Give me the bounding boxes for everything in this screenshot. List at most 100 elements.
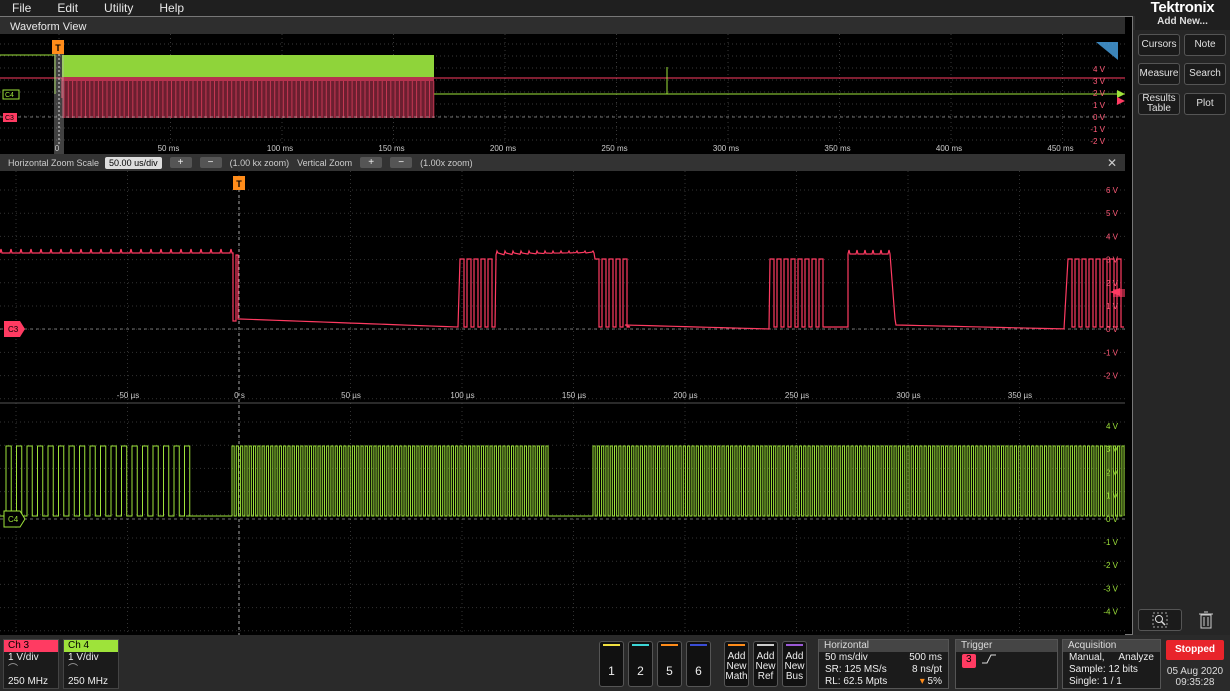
- time-tick: 300 µs: [896, 391, 920, 400]
- brand-area: Tektronix Add New...: [1135, 0, 1230, 30]
- add-bus-l3: Bus: [785, 671, 804, 682]
- trigger-panel[interactable]: Trigger 3: [955, 639, 1058, 689]
- c3-volt-label: 6 V: [1106, 186, 1119, 195]
- vzoom-minus-button[interactable]: −: [390, 157, 413, 168]
- hzoom-minus-button[interactable]: −: [199, 157, 222, 168]
- main-waveform[interactable]: T C3 C4 6 V 5 V 4 V 3 V 2 V 1 V 0 V -1 V -2 V 4 …: [0, 171, 1125, 635]
- c3-tag-label: C3: [8, 325, 19, 334]
- acquisition-panel[interactable]: Acquisition Manual, Analyze Sample: 12 bi…: [1062, 639, 1161, 689]
- time-tick: 0 s: [234, 391, 245, 400]
- trigger-pos-icon: ▾: [919, 676, 928, 687]
- c3-volt-label: -1 V: [1103, 348, 1118, 357]
- horizontal-panel[interactable]: Horizontal 50 ms/div 500 ms SR: 125 MS/s 8…: [818, 639, 949, 689]
- delete-button[interactable]: [1184, 609, 1228, 631]
- menu-bar: File Edit Utility Help: [0, 0, 1135, 16]
- horizontal-sr: SR: 125 MS/s: [825, 664, 887, 675]
- ov-time-tick: 300 ms: [713, 144, 739, 153]
- add-new-math-button[interactable]: Add New Math: [724, 641, 749, 687]
- vzoom-text: (1.00x zoom): [420, 157, 473, 168]
- c4-volt-label: 4 V: [1106, 422, 1119, 431]
- add-ref-l3: Ref: [757, 671, 774, 682]
- close-zoom-button[interactable]: ✕: [1107, 156, 1117, 170]
- ov-time-tick: 350 ms: [824, 144, 850, 153]
- time-tick: 150 µs: [562, 391, 586, 400]
- ov-trigger-marker-label: T: [55, 43, 61, 53]
- hzoom-value-field[interactable]: 50.00 us/div: [105, 156, 162, 169]
- add-new-bus-button[interactable]: Add New Bus: [782, 641, 807, 687]
- channel-1-button[interactable]: 1: [599, 641, 624, 687]
- ov-time-tick: 200 ms: [490, 144, 516, 153]
- horizontal-pt: 8 ns/pt: [911, 664, 942, 675]
- channel-1-label: 1: [608, 664, 615, 678]
- time-tick: 50 µs: [341, 391, 361, 400]
- menu-file[interactable]: File: [0, 0, 45, 16]
- results-table-label-2: Table: [1147, 103, 1171, 114]
- waveform-view-header: Waveform View: [0, 17, 1125, 34]
- search-button[interactable]: Search: [1184, 63, 1226, 85]
- channel-2-label: 2: [637, 664, 644, 678]
- time-tick: 350 µs: [1008, 391, 1032, 400]
- horizontal-position: 500 ms: [909, 652, 942, 663]
- menu-edit[interactable]: Edit: [45, 0, 92, 16]
- zoom-bar: Horizontal Zoom Scale 50.00 us/div + − (…: [0, 154, 1125, 171]
- horizontal-pct-row: ▾ 5%: [920, 676, 942, 688]
- plot-button[interactable]: Plot: [1184, 93, 1226, 115]
- c3-volt-label: 5 V: [1106, 209, 1119, 218]
- ch3-badge[interactable]: Ch 3 1 V/div ⌒ 250 MHz: [3, 639, 59, 689]
- channel-6-button[interactable]: 6: [686, 641, 711, 687]
- cursors-button[interactable]: Cursors: [1138, 34, 1180, 56]
- ch3-scale: 1 V/div: [8, 652, 39, 663]
- trigger-source: 3: [962, 654, 976, 668]
- ov-time-tick: 0: [55, 144, 60, 153]
- c4-volt-label: 2 V: [1106, 468, 1119, 477]
- measure-button[interactable]: Measure: [1138, 63, 1180, 85]
- trigger-marker-label: T: [236, 179, 242, 189]
- note-button[interactable]: Note: [1184, 34, 1226, 56]
- zoom-region-button[interactable]: [1138, 609, 1182, 631]
- c4-volt-label: 3 V: [1106, 445, 1119, 454]
- ch4-badge[interactable]: Ch 4 1 V/div ⌒ 250 MHz: [63, 639, 119, 689]
- results-table-button[interactable]: Results Table: [1138, 93, 1180, 115]
- run-stop-button[interactable]: Stopped: [1166, 640, 1224, 660]
- menu-help[interactable]: Help: [147, 0, 198, 16]
- ov-c4-label: C4: [5, 92, 14, 99]
- channel-5-button[interactable]: 5: [657, 641, 682, 687]
- hzoom-plus-button[interactable]: +: [169, 157, 192, 168]
- ov-time-tick: 100 ms: [267, 144, 293, 153]
- c4-volt-label: 0 V: [1106, 515, 1119, 524]
- time-tick: 200 µs: [673, 391, 697, 400]
- channel-2-button[interactable]: 2: [628, 641, 653, 687]
- channel-5-label: 5: [666, 664, 673, 678]
- c4-volt-label: -1 V: [1103, 538, 1118, 547]
- right-panel: Cursors Note Measure Search Results Tabl…: [1133, 30, 1230, 635]
- c3-volt-label: 2 V: [1106, 279, 1119, 288]
- acquisition-sample: Sample: 12 bits: [1069, 664, 1138, 675]
- ch3-bw: 250 MHz: [8, 676, 49, 687]
- ch4-bw: 250 MHz: [68, 676, 109, 687]
- hzoom-label: Horizontal Zoom Scale: [8, 157, 100, 168]
- waveform-view-title: Waveform View: [10, 21, 87, 33]
- ov-volt-label: -2 V: [1090, 137, 1105, 146]
- trigger-title: Trigger: [956, 640, 1057, 652]
- vzoom-plus-button[interactable]: +: [360, 157, 383, 168]
- c4-volt-label: 1 V: [1106, 492, 1119, 501]
- overview-waveform[interactable]: T C4 C3 4 V 3 V 2 V 1 V 0 V -1 V -2 V 0 50 ms 10…: [0, 34, 1125, 154]
- ov-time-tick: 150 ms: [378, 144, 404, 153]
- menu-utility[interactable]: Utility: [92, 0, 147, 16]
- c3-volt-label: -2 V: [1103, 372, 1118, 381]
- ov-volt-label: -1 V: [1090, 125, 1105, 134]
- ov-c3-label: C3: [5, 115, 14, 122]
- hzoom-text: (1.00 kx zoom): [229, 157, 290, 168]
- tektronix-logo: Tektronix: [1150, 0, 1215, 16]
- ov-volt-label: 1 V: [1093, 101, 1106, 110]
- add-new-ref-button[interactable]: Add New Ref: [753, 641, 778, 687]
- vzoom-label: Vertical Zoom: [297, 157, 353, 168]
- ov-volt-label: 2 V: [1093, 89, 1106, 98]
- trash-icon: [1199, 611, 1213, 629]
- c4-volt-label: -2 V: [1103, 561, 1118, 570]
- ov-time-tick: 250 ms: [601, 144, 627, 153]
- ch4-icon-row: ⌒: [68, 664, 78, 675]
- rising-edge-icon: [981, 654, 996, 668]
- channel-6-label: 6: [695, 664, 702, 678]
- ov-time-tick: 50 ms: [158, 144, 180, 153]
